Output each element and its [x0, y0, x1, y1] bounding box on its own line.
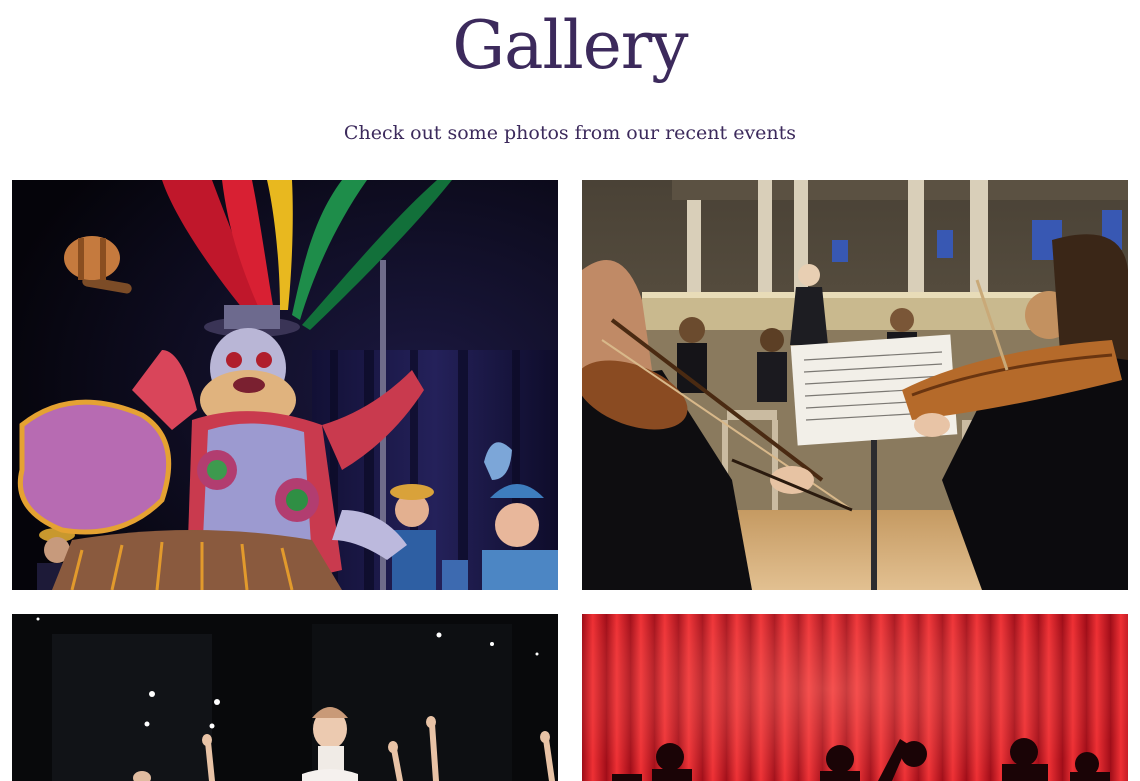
- page-title: Gallery: [452, 7, 688, 84]
- orchestra-violinists-photo[interactable]: [582, 180, 1128, 590]
- page-subtitle: Check out some photos from our recent ev…: [343, 122, 797, 144]
- orchestra-violinists-image: [582, 180, 1128, 590]
- red-curtain-stage-image: [582, 614, 1128, 781]
- ballet-dancers-photo[interactable]: [12, 614, 558, 781]
- ballet-dancers-image: [12, 614, 558, 781]
- costumed-dancer-photo[interactable]: [12, 180, 558, 590]
- costumed-dancer-image: [12, 180, 558, 590]
- red-curtain-stage-photo[interactable]: [582, 614, 1128, 781]
